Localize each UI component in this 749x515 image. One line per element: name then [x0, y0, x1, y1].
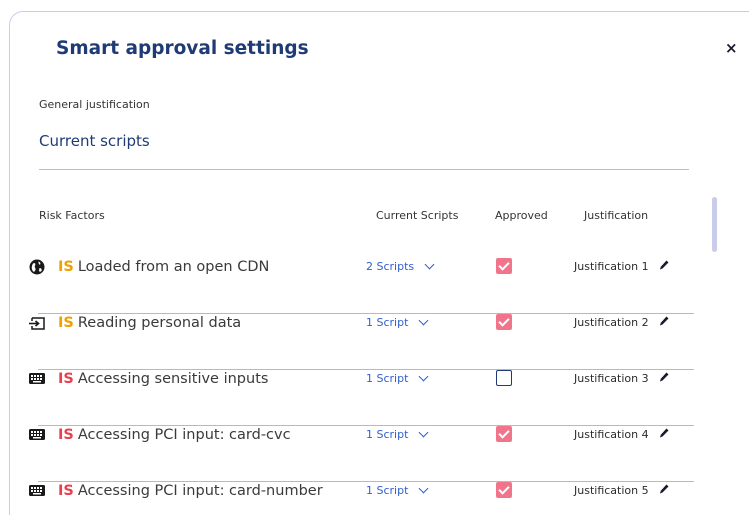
header-justification: Justification	[584, 209, 649, 222]
pencil-icon[interactable]	[658, 482, 670, 498]
scripts-count: 1 Script	[366, 428, 409, 441]
keyboard-icon	[29, 485, 45, 496]
risk-factor-label: IS Accessing sensitive inputs	[58, 370, 268, 388]
keyboard-icon	[29, 429, 45, 440]
scripts-dropdown[interactable]: 1 Script	[366, 315, 429, 329]
chevron-down-icon	[418, 315, 429, 326]
is-tag: IS	[58, 259, 74, 275]
justification-text: Justification 2	[574, 316, 649, 329]
close-button[interactable]: ×	[725, 38, 738, 58]
is-tag: IS	[58, 371, 74, 387]
chevron-down-icon	[418, 427, 429, 438]
risk-factor-label: IS Reading personal data	[58, 314, 241, 332]
header-approved: Approved	[495, 209, 548, 222]
pencil-icon[interactable]	[658, 426, 670, 442]
scrollbar-thumb[interactable]	[712, 197, 717, 252]
approved-checkbox[interactable]	[496, 314, 512, 330]
risk-factor-label: IS Accessing PCI input: card-cvc	[58, 426, 291, 444]
pencil-icon[interactable]	[658, 314, 670, 330]
risk-factor-label: IS Loaded from an open CDN	[58, 258, 269, 276]
justification-text: Justification 4	[574, 428, 649, 441]
table-row: IS Loaded from an open CDN 2 Scripts Just…	[28, 258, 694, 314]
chevron-down-icon	[418, 483, 429, 494]
risk-factor-text: Loaded from an open CDN	[77, 259, 270, 275]
approved-checkbox[interactable]	[496, 482, 512, 498]
pencil-icon[interactable]	[658, 370, 670, 386]
is-tag: IS	[58, 483, 74, 499]
approved-checkbox[interactable]	[496, 370, 512, 386]
scripts-count: 2 Scripts	[366, 260, 415, 273]
justification-text: Justification 1	[574, 260, 649, 273]
scripts-dropdown[interactable]: 1 Script	[366, 483, 429, 497]
risk-factor-text: Accessing PCI input: card-cvc	[77, 427, 291, 443]
table-row: IS Accessing sensitive inputs 1 Script Ju…	[28, 370, 694, 426]
table-row: IS Accessing PCI input: card-cvc 1 Script…	[28, 426, 694, 482]
justification-text: Justification 3	[574, 372, 649, 385]
keyboard-icon	[29, 373, 45, 384]
header-risk-factors: Risk Factors	[39, 209, 105, 222]
table-row: IS Reading personal data 1 Script Justifi…	[28, 314, 694, 370]
risk-factor-label: IS Accessing PCI input: card-number	[58, 482, 323, 500]
general-justification-value: Current scripts	[39, 132, 150, 150]
pencil-icon[interactable]	[658, 258, 670, 274]
input-arrow-icon	[29, 317, 45, 330]
risk-factor-text: Accessing sensitive inputs	[77, 371, 269, 387]
general-justification-label: General justification	[39, 98, 150, 111]
chevron-down-icon	[418, 371, 429, 382]
globe-icon	[29, 259, 45, 275]
scripts-count: 1 Script	[366, 484, 409, 497]
justification-text: Justification 5	[574, 484, 649, 497]
chevron-down-icon	[424, 259, 435, 270]
approved-checkbox[interactable]	[496, 426, 512, 442]
scripts-dropdown[interactable]: 2 Scripts	[366, 259, 435, 273]
scripts-dropdown[interactable]: 1 Script	[366, 427, 429, 441]
is-tag: IS	[58, 427, 74, 443]
approved-checkbox[interactable]	[496, 258, 512, 274]
general-justification-field[interactable]: Current scripts	[39, 122, 689, 170]
table-row: IS Accessing PCI input: card-number 1 Scr…	[28, 482, 694, 515]
scripts-count: 1 Script	[366, 372, 409, 385]
risk-factor-text: Accessing PCI input: card-number	[77, 483, 323, 499]
scripts-dropdown[interactable]: 1 Script	[366, 371, 429, 385]
is-tag: IS	[58, 315, 74, 331]
dialog-title: Smart approval settings	[56, 38, 309, 59]
risk-factor-text: Reading personal data	[77, 315, 242, 331]
header-current-scripts: Current Scripts	[376, 209, 459, 222]
scripts-count: 1 Script	[366, 316, 409, 329]
